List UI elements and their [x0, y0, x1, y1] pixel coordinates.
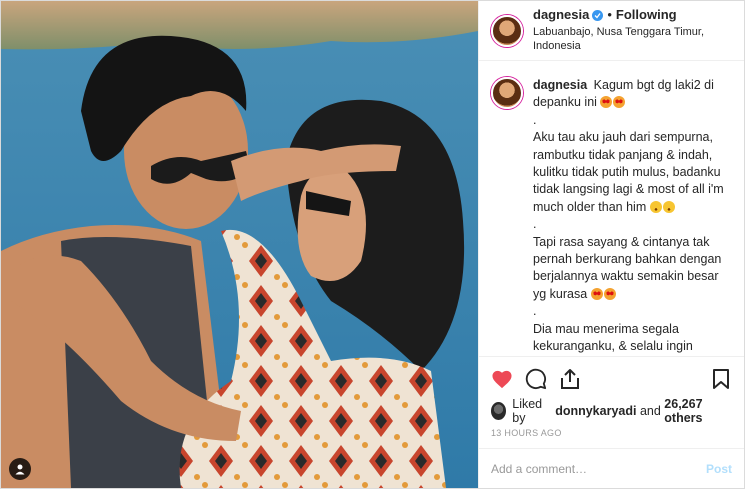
verified-badge-icon [592, 10, 604, 22]
caption-username[interactable]: dagnesia [533, 78, 587, 92]
user-tag-icon[interactable] [9, 458, 31, 480]
caption-line-2: . [533, 112, 537, 127]
caption-line-5: Tapi rasa sayang & cintanya tak pernah b… [533, 234, 722, 301]
caption-line-6: . [533, 304, 537, 319]
post-sidebar: dagnesia • Following Labuanbajo, Nusa Te… [478, 1, 744, 488]
separator-dot: • [607, 7, 612, 23]
smile-emoji-icon [662, 200, 675, 213]
caption-block: dagnesia Kagum bgt dg laki2 di depanku i… [479, 61, 744, 356]
author-username[interactable]: dagnesia [533, 7, 589, 24]
bookmark-icon[interactable] [710, 368, 732, 390]
likes-summary: Liked by donnykaryadi and 26,267 others [479, 397, 744, 425]
post-photo[interactable] [1, 1, 478, 488]
post-timestamp[interactable]: 13 HOURS AGO [479, 422, 744, 448]
caption-line-3: Aku tau aku jauh dari sempurna, rambutku… [533, 130, 724, 214]
liker-avatar[interactable] [491, 402, 507, 420]
smile-emoji-icon [649, 200, 662, 213]
heart-icon[interactable] [491, 368, 513, 390]
post-header: dagnesia • Following Labuanbajo, Nusa Te… [479, 1, 744, 61]
caption-avatar[interactable] [491, 77, 523, 109]
comment-input[interactable] [491, 461, 706, 476]
heart-eyes-emoji-icon [600, 96, 613, 109]
post-comment-button[interactable]: Post [706, 462, 732, 476]
likes-count-link[interactable]: 26,267 others [664, 397, 732, 425]
instagram-post: dagnesia • Following Labuanbajo, Nusa Te… [0, 0, 745, 489]
heart-eyes-emoji-icon [590, 287, 603, 300]
comment-bar: Post [479, 448, 744, 488]
caption-line-4: . [533, 217, 537, 232]
heart-eyes-emoji-icon [603, 287, 616, 300]
post-image [1, 1, 478, 488]
location-link[interactable]: Labuanbajo, Nusa Tenggara Timur, Indones… [533, 25, 732, 54]
likes-prefix: Liked by [512, 397, 543, 425]
liker-username[interactable]: donnykaryadi [555, 404, 636, 418]
caption-line-7: Dia mau menerima segala kekuranganku, & … [533, 321, 693, 354]
comment-icon[interactable] [525, 368, 547, 390]
action-bar [479, 356, 744, 400]
author-avatar[interactable] [491, 14, 523, 47]
following-button[interactable]: Following [616, 7, 677, 24]
likes-conjunction: and [639, 404, 661, 418]
caption-text: dagnesia Kagum bgt dg laki2 di depanku i… [533, 77, 732, 356]
heart-eyes-emoji-icon [613, 96, 626, 109]
share-icon[interactable] [559, 368, 581, 390]
